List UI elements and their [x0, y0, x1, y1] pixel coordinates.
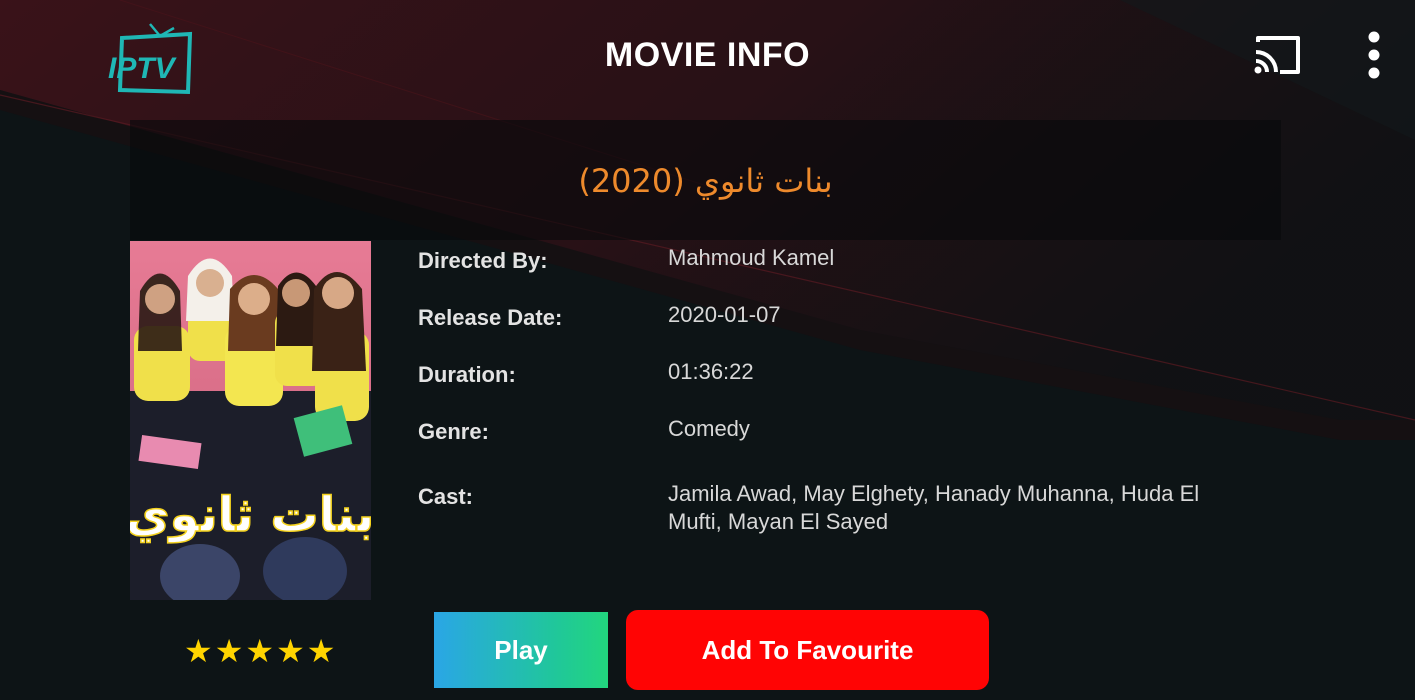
- genre-value: Comedy: [668, 416, 750, 441]
- star-icon: ★: [214, 632, 244, 670]
- directed-by-value: Mahmoud Kamel: [668, 245, 835, 270]
- poster-title-text: بنات ثانوي: [130, 487, 371, 543]
- directed-by-label: Directed By:: [418, 248, 548, 273]
- movie-title-bar: بنات ثانوي (2020): [130, 120, 1281, 240]
- star-icon: ★: [276, 632, 305, 670]
- page-title: MOVIE INFO: [604, 36, 811, 74]
- star-icon: ★: [245, 632, 275, 670]
- top-bar: IPTV MOVIE INFO: [0, 0, 1415, 110]
- play-button[interactable]: Play: [434, 612, 608, 688]
- cast-icon: [1254, 36, 1300, 74]
- movie-title: بنات ثانوي (2020): [578, 162, 833, 200]
- release-date-label: Release Date:: [418, 305, 563, 330]
- movie-poster: بنات ثانوي: [130, 241, 371, 600]
- genre-label: Genre:: [418, 419, 489, 444]
- poster-image: بنات ثانوي: [130, 241, 371, 600]
- cast-value: Jamila Awad, May Elghety, Hanady Muhanna…: [668, 481, 1200, 534]
- star-icon: ★: [184, 632, 213, 670]
- release-date-value: 2020-01-07: [668, 302, 781, 327]
- rating-stars: ★ ★ ★ ★ ★: [184, 632, 336, 670]
- cast-label: Cast:: [418, 484, 474, 509]
- duration-label: Duration:: [418, 362, 516, 387]
- duration-value: 01:36:22: [668, 359, 754, 384]
- star-icon: ★: [306, 632, 336, 670]
- more-options-button[interactable]: [1360, 30, 1388, 84]
- cast-button[interactable]: [1250, 32, 1304, 78]
- add-to-favourite-button[interactable]: Add To Favourite: [626, 610, 989, 690]
- more-vertical-icon: [1368, 31, 1380, 79]
